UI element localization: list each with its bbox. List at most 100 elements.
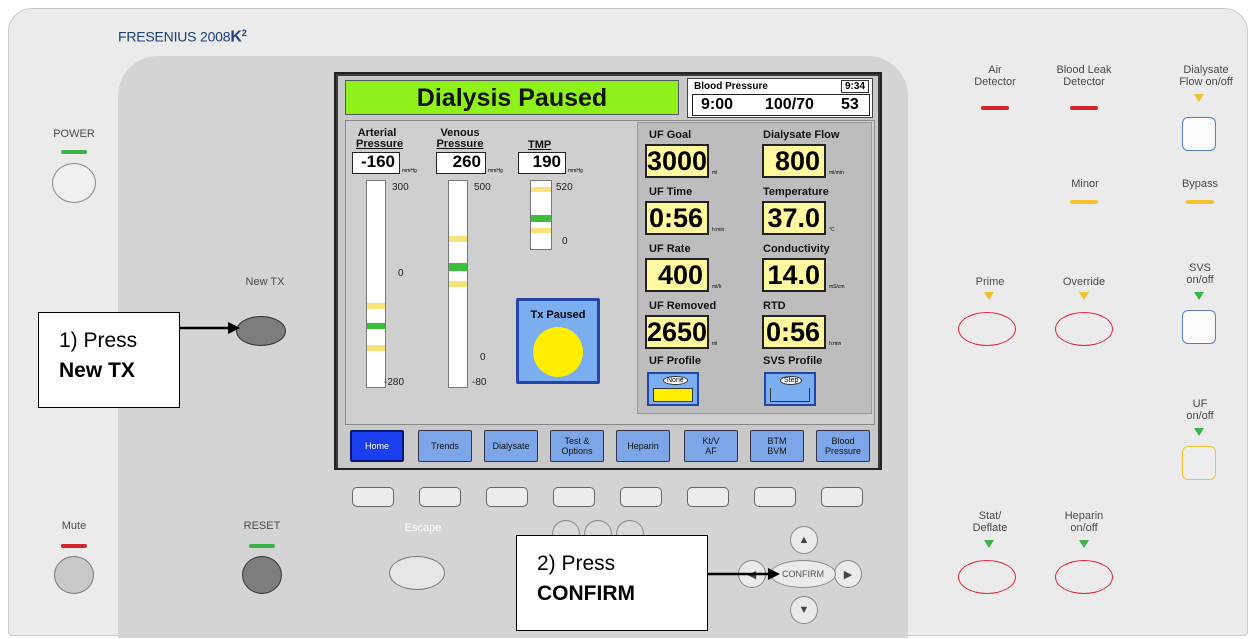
softkey-8[interactable] [821,487,863,507]
dialysate-flow-unit: ml/min [829,170,844,176]
brand-logo: FRESENIUS 2008K2 [118,28,247,46]
tab-ktv-af[interactable]: Kt/V AF [684,430,738,462]
stat-deflate-label: Stat/ Deflate [972,510,1008,534]
dialysate-flow-onoff-button[interactable] [1182,117,1216,151]
uf-indicator-icon [1194,428,1204,436]
escape-button[interactable] [389,556,445,590]
tx-paused-button[interactable]: Tx Paused [516,298,600,384]
stat-deflate-button[interactable] [958,560,1016,594]
prime-indicator-icon [984,292,994,300]
uf-goal-unit: ml [712,170,718,176]
softkey-4[interactable] [553,487,595,507]
uf-goal-value[interactable]: 3000 [645,144,709,178]
dialysate-flow-indicator-icon [1194,94,1204,102]
arrow-up-button[interactable]: ▲ [790,526,818,554]
softkey-5[interactable] [620,487,662,507]
tab-test-options[interactable]: Test & Options [550,430,604,462]
uf-rate-label: UF Rate [649,243,691,255]
mute-button[interactable] [54,556,94,594]
venous-scale-top: 500 [474,182,491,193]
mute-label: Mute [61,520,87,532]
temperature-value[interactable]: 37.0 [762,201,826,235]
tab-heparin[interactable]: Heparin [616,430,670,462]
arterial-scale-mid: 0 [398,268,404,279]
tab-trends[interactable]: Trends [418,430,472,462]
override-label: Override [1062,276,1106,288]
arrow-down-button[interactable]: ▼ [790,596,818,624]
uf-rate-value[interactable]: 400 [645,258,709,292]
tab-blood-pressure[interactable]: Blood Pressure [816,430,870,462]
power-label: POWER [53,128,95,140]
arrow-up-icon: ▲ [798,534,810,546]
venous-bar [448,180,468,388]
bypass-label: Bypass [1181,178,1219,190]
uf-time-value[interactable]: 0:56 [645,201,709,235]
tab-ktv-label-2: AF [705,446,717,456]
minor-led [1070,200,1098,204]
conductivity-value[interactable]: 14.0 [762,258,826,292]
temperature-label: Temperature [763,186,829,198]
tab-btm-bvm[interactable]: BTM BVM [750,430,804,462]
uf-profile-graph [653,388,693,402]
heparin-onoff-label: Heparin on/off [1064,510,1104,534]
softkey-2[interactable] [419,487,461,507]
tab-btm-label-1: BTM [767,436,787,446]
arrow-right-button[interactable]: ▶ [834,560,862,588]
conductivity-label: Conductivity [763,243,830,255]
power-led [61,150,87,154]
escape-label: Escape [404,522,442,534]
blood-leak-led [1070,106,1098,110]
dialysate-flow-value[interactable]: 800 [762,144,826,178]
minor-label: Minor [1071,178,1099,190]
tab-btm-label-2: BVM [767,446,787,456]
arterial-unit: mmHg [402,168,417,174]
venous-limit-upper [449,236,467,242]
tab-test-options-label-2: Options [561,446,593,456]
heparin-indicator-icon [1079,540,1089,548]
new-tx-button[interactable] [236,316,286,346]
softkey-3[interactable] [486,487,528,507]
bp-title: Blood Pressure [694,81,768,92]
reset-button[interactable] [242,556,282,594]
callout-2-arrow [708,568,780,580]
tab-bp-label-1: Blood [831,436,855,446]
air-detector-led [981,106,1009,110]
rtd-value: 0:56 [762,315,826,349]
softkey-7[interactable] [754,487,796,507]
uf-onoff-label: UF on/off [1186,398,1214,422]
softkey-1[interactable] [352,487,394,507]
uf-profile-label: UF Profile [649,355,701,367]
dialysate-flow-onoff-label: Dialysate Flow on/off [1179,64,1233,88]
uf-profile-button[interactable]: None [647,372,699,406]
svs-profile-button[interactable]: Step [764,372,816,406]
venous-value: 260 [436,152,486,174]
callout-1-arrow [180,322,240,334]
arrow-right-icon: ▶ [843,568,853,581]
venous-label-2: Pressure [436,138,484,150]
uf-removed-label: UF Removed [649,300,717,312]
uf-removed-unit: ml [712,341,718,347]
svs-onoff-button[interactable] [1182,310,1216,344]
arrow-down-icon: ▼ [798,604,810,616]
arterial-label: Arterial Pressure [356,128,403,150]
tmp-label: TMP [528,139,552,151]
arterial-limit-lower [367,345,385,351]
uf-onoff-button[interactable] [1182,446,1216,480]
tab-dialysate[interactable]: Dialysate [484,430,538,462]
uf-time-unit: h:min [712,227,725,233]
arterial-indicator [367,323,385,329]
override-button[interactable] [1055,312,1113,346]
dialysate-flow-label: Dialysate Flow [763,129,840,141]
softkey-6[interactable] [687,487,729,507]
heparin-onoff-button[interactable] [1055,560,1113,594]
tx-paused-label: Tx Paused [530,309,586,321]
tab-home[interactable]: Home [350,430,404,462]
tmp-value: 190 [518,152,566,174]
reset-label: RESET [243,520,281,532]
prime-button[interactable] [958,312,1016,346]
tmp-indicator [531,215,551,222]
arterial-bar [366,180,386,388]
power-button[interactable] [52,163,96,203]
arterial-value: -160 [352,152,400,174]
callout-confirm: 2) Press CONFIRM [516,535,708,631]
